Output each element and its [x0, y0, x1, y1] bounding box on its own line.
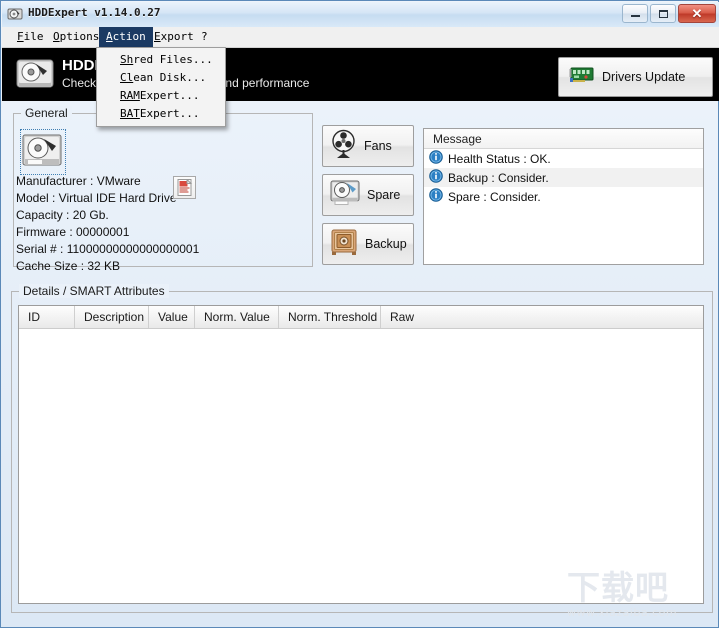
menu-item-batexpert[interactable]: BATExpert...	[97, 105, 225, 123]
info-icon	[429, 188, 443, 205]
minimize-button[interactable]	[622, 4, 648, 23]
smart-attributes-table[interactable]: ID Description Value Norm. Value Norm. T…	[18, 305, 704, 604]
message-header: Message	[424, 129, 703, 149]
menu-export-accel: E	[154, 30, 161, 43]
spare-button-label: Spare	[367, 188, 401, 202]
menu-help-label: ?	[201, 30, 208, 43]
drivers-update-label: Drivers Update	[602, 70, 686, 84]
banner-hard-drive-icon	[16, 58, 54, 90]
menu-action[interactable]: Action	[99, 27, 153, 47]
menu-item-ramexpert[interactable]: RAMExpert...	[97, 87, 225, 105]
drivers-update-button[interactable]: Drivers Update	[558, 57, 713, 97]
shred-files-rest: red Files...	[133, 53, 213, 66]
general-row-firmware: Firmware : 00000001	[16, 225, 130, 239]
column-header-value[interactable]: Value	[149, 306, 195, 328]
pdf-report-icon	[177, 179, 192, 196]
menu-action-rest: ction	[112, 30, 146, 43]
batexpert-rest: Expert...	[139, 107, 200, 120]
info-icon	[429, 169, 443, 186]
backup-button-label: Backup	[365, 237, 407, 251]
general-legend: General	[21, 106, 72, 120]
message-row[interactable]: Spare : Consider.	[424, 187, 703, 206]
close-icon: ✕	[691, 6, 703, 21]
column-header-norm-value[interactable]: Norm. Value	[195, 306, 279, 328]
message-panel: Message Health Status : OK. Backup: Con…	[423, 128, 704, 265]
menu-bar: File Options Action Export ?	[2, 27, 719, 48]
general-row-manufacturer: Manufacturer : VMware	[16, 174, 141, 188]
general-row-capacity: Capacity : 20 Gb.	[16, 208, 109, 222]
menu-file[interactable]: File	[10, 27, 51, 47]
window-title: HDDExpert v1.14.0.27	[28, 6, 161, 19]
smart-table-header: ID Description Value Norm. Value Norm. T…	[19, 306, 703, 329]
message-row[interactable]: Backup : Consider.	[424, 168, 703, 187]
spare-button[interactable]: Spare	[322, 174, 414, 216]
application-window: HDDExpert v1.14.0.27 ✕ File Options Acti…	[0, 0, 719, 628]
menu-item-clean-disk[interactable]: Clean Disk...	[97, 69, 225, 87]
action-menu-dropdown: Shred Files... Clean Disk... RAMExpert..…	[96, 47, 226, 127]
app-icon	[7, 6, 23, 22]
menu-export[interactable]: Export	[147, 27, 201, 47]
fans-button-label: Fans	[364, 139, 392, 153]
message-text: Spare : Consider.	[448, 189, 541, 204]
ramexpert-rest: Expert...	[139, 89, 200, 102]
safe-vault-icon	[330, 228, 358, 261]
menu-item-shred-files[interactable]: Shred Files...	[97, 51, 225, 69]
column-header-description[interactable]: Description	[75, 306, 149, 328]
title-bar: HDDExpert v1.14.0.27 ✕	[2, 2, 719, 28]
menu-file-accel: F	[17, 30, 24, 43]
details-legend: Details / SMART Attributes	[19, 284, 169, 298]
general-row-serial: Serial # : 11000000000000000001	[16, 242, 200, 256]
minimize-icon	[623, 5, 647, 22]
message-row[interactable]: Health Status : OK.	[424, 149, 703, 168]
column-header-norm-threshold[interactable]: Norm. Threshold	[279, 306, 381, 328]
column-header-raw[interactable]: Raw	[381, 306, 703, 328]
menu-action-accel: A	[106, 30, 113, 43]
menu-options-accel: O	[53, 30, 60, 43]
close-button[interactable]: ✕	[678, 4, 716, 23]
menu-export-rest: xport	[160, 30, 194, 43]
info-icon	[429, 150, 443, 167]
menu-help[interactable]: ?	[194, 27, 215, 47]
menu-file-rest: ile	[23, 30, 44, 43]
shred-files-accel: Sh	[120, 53, 134, 66]
circuit-board-icon	[569, 65, 595, 90]
clean-disk-accel: Cl	[120, 71, 134, 84]
general-row-cache-size: Cache Size : 32 KB	[16, 259, 121, 273]
column-header-id[interactable]: ID	[19, 306, 75, 328]
backup-button[interactable]: Backup	[322, 223, 414, 265]
ramexpert-accel: RAM	[120, 89, 140, 102]
fans-button[interactable]: Fans	[322, 125, 414, 167]
message-text: Health Status : OK.	[448, 151, 551, 166]
message-text: Backup : Consider.	[448, 170, 549, 185]
maximize-button[interactable]	[650, 4, 676, 23]
general-row-model: Model : Virtual IDE Hard Drive	[16, 191, 177, 205]
hard-drive-icon	[330, 179, 360, 212]
fan-icon	[330, 129, 357, 164]
clean-disk-rest: ean Disk...	[133, 71, 207, 84]
drive-thumbnail[interactable]	[20, 129, 66, 175]
pdf-report-button[interactable]	[173, 176, 196, 199]
batexpert-accel: BAT	[120, 107, 140, 120]
menu-options[interactable]: Options	[46, 27, 106, 47]
menu-options-rest: ptions	[59, 30, 100, 43]
hard-drive-icon	[22, 134, 62, 166]
maximize-icon	[651, 5, 675, 22]
